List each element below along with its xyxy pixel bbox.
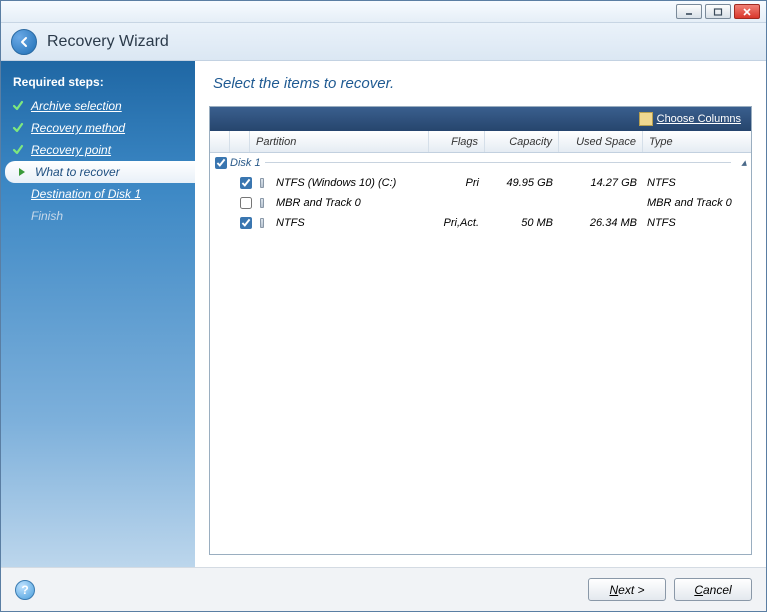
col-partition[interactable]: Partition (250, 131, 429, 152)
body: Required steps: Archive selection Recove… (1, 61, 766, 567)
disk-checkbox[interactable] (215, 157, 227, 169)
col-checkbox[interactable] (210, 131, 230, 152)
list-body: Disk 1 ▴ NTFS (Windows 10) (C:) Pri 49.9… (210, 153, 751, 554)
row-type: MBR and Track 0 (643, 197, 751, 209)
table-row[interactable]: MBR and Track 0 MBR and Track 0 (210, 193, 751, 213)
sidebar-heading: Required steps: (1, 71, 195, 95)
row-checkbox[interactable] (240, 177, 252, 189)
columns-icon (639, 112, 653, 126)
step-label: Finish (31, 209, 63, 223)
col-flags[interactable]: Flags (429, 131, 485, 152)
step-destination[interactable]: Destination of Disk 1 (1, 183, 195, 205)
check-icon (11, 144, 25, 156)
cancel-label: Cancel (694, 583, 731, 597)
list-toolbar: Choose Columns (210, 107, 751, 131)
col-used[interactable]: Used Space (559, 131, 643, 152)
step-archive-selection[interactable]: Archive selection (1, 95, 195, 117)
row-capacity: 50 MB (485, 217, 559, 229)
step-recovery-point[interactable]: Recovery point (1, 139, 195, 161)
page-title: Select the items to recover. (209, 75, 752, 92)
header: Recovery Wizard (1, 23, 766, 61)
step-what-to-recover[interactable]: What to recover (5, 161, 195, 183)
disk-group[interactable]: Disk 1 ▴ (210, 153, 751, 173)
step-label: Recovery point (31, 143, 111, 157)
step-recovery-method[interactable]: Recovery method (1, 117, 195, 139)
cancel-button[interactable]: Cancel (674, 578, 752, 601)
row-type: NTFS (643, 217, 751, 229)
collapse-icon[interactable]: ▴ (737, 156, 751, 169)
wizard-window: Recovery Wizard Required steps: Archive … (0, 0, 767, 612)
arrow-right-icon (15, 166, 29, 178)
next-button[interactable]: Next > (588, 578, 666, 601)
step-label: Recovery method (31, 121, 125, 135)
row-flags: Pri (429, 177, 485, 189)
col-capacity[interactable]: Capacity (485, 131, 559, 152)
main-panel: Select the items to recover. Choose Colu… (195, 61, 766, 567)
help-button[interactable]: ? (15, 580, 35, 600)
volume-icon (260, 178, 264, 188)
step-finish: Finish (1, 205, 195, 227)
column-headers: Partition Flags Capacity Used Space Type (210, 131, 751, 153)
back-button[interactable] (11, 29, 37, 55)
step-label: Destination of Disk 1 (31, 187, 141, 201)
step-label: What to recover (35, 165, 120, 179)
col-icon (230, 131, 250, 152)
minimize-button[interactable] (676, 4, 702, 19)
row-used: 14.27 GB (559, 177, 643, 189)
row-capacity: 49.95 GB (485, 177, 559, 189)
titlebar (1, 1, 766, 23)
row-flags: Pri,Act. (429, 217, 485, 229)
close-button[interactable] (734, 4, 760, 19)
table-row[interactable]: NTFS Pri,Act. 50 MB 26.34 MB NTFS (210, 213, 751, 233)
group-divider (265, 162, 731, 163)
table-row[interactable]: NTFS (Windows 10) (C:) Pri 49.95 GB 14.2… (210, 173, 751, 193)
disk-label: Disk 1 (230, 157, 261, 169)
next-label: Next > (609, 583, 644, 597)
volume-icon (260, 218, 264, 228)
row-partition: NTFS (Windows 10) (C:) (270, 177, 429, 189)
row-partition: MBR and Track 0 (270, 197, 429, 209)
wizard-title: Recovery Wizard (47, 33, 169, 51)
sidebar: Required steps: Archive selection Recove… (1, 61, 195, 567)
row-partition: NTFS (270, 217, 429, 229)
maximize-button[interactable] (705, 4, 731, 19)
row-used: 26.34 MB (559, 217, 643, 229)
volume-icon (260, 198, 264, 208)
check-icon (11, 122, 25, 134)
row-checkbox[interactable] (240, 197, 252, 209)
col-type[interactable]: Type (643, 131, 751, 152)
footer: ? Next > Cancel (1, 567, 766, 611)
partition-list: Choose Columns Partition Flags Capacity … (209, 106, 752, 555)
step-label: Archive selection (31, 99, 122, 113)
check-icon (11, 100, 25, 112)
footer-buttons: Next > Cancel (588, 578, 752, 601)
row-type: NTFS (643, 177, 751, 189)
choose-columns-link[interactable]: Choose Columns (657, 113, 741, 125)
row-checkbox[interactable] (240, 217, 252, 229)
